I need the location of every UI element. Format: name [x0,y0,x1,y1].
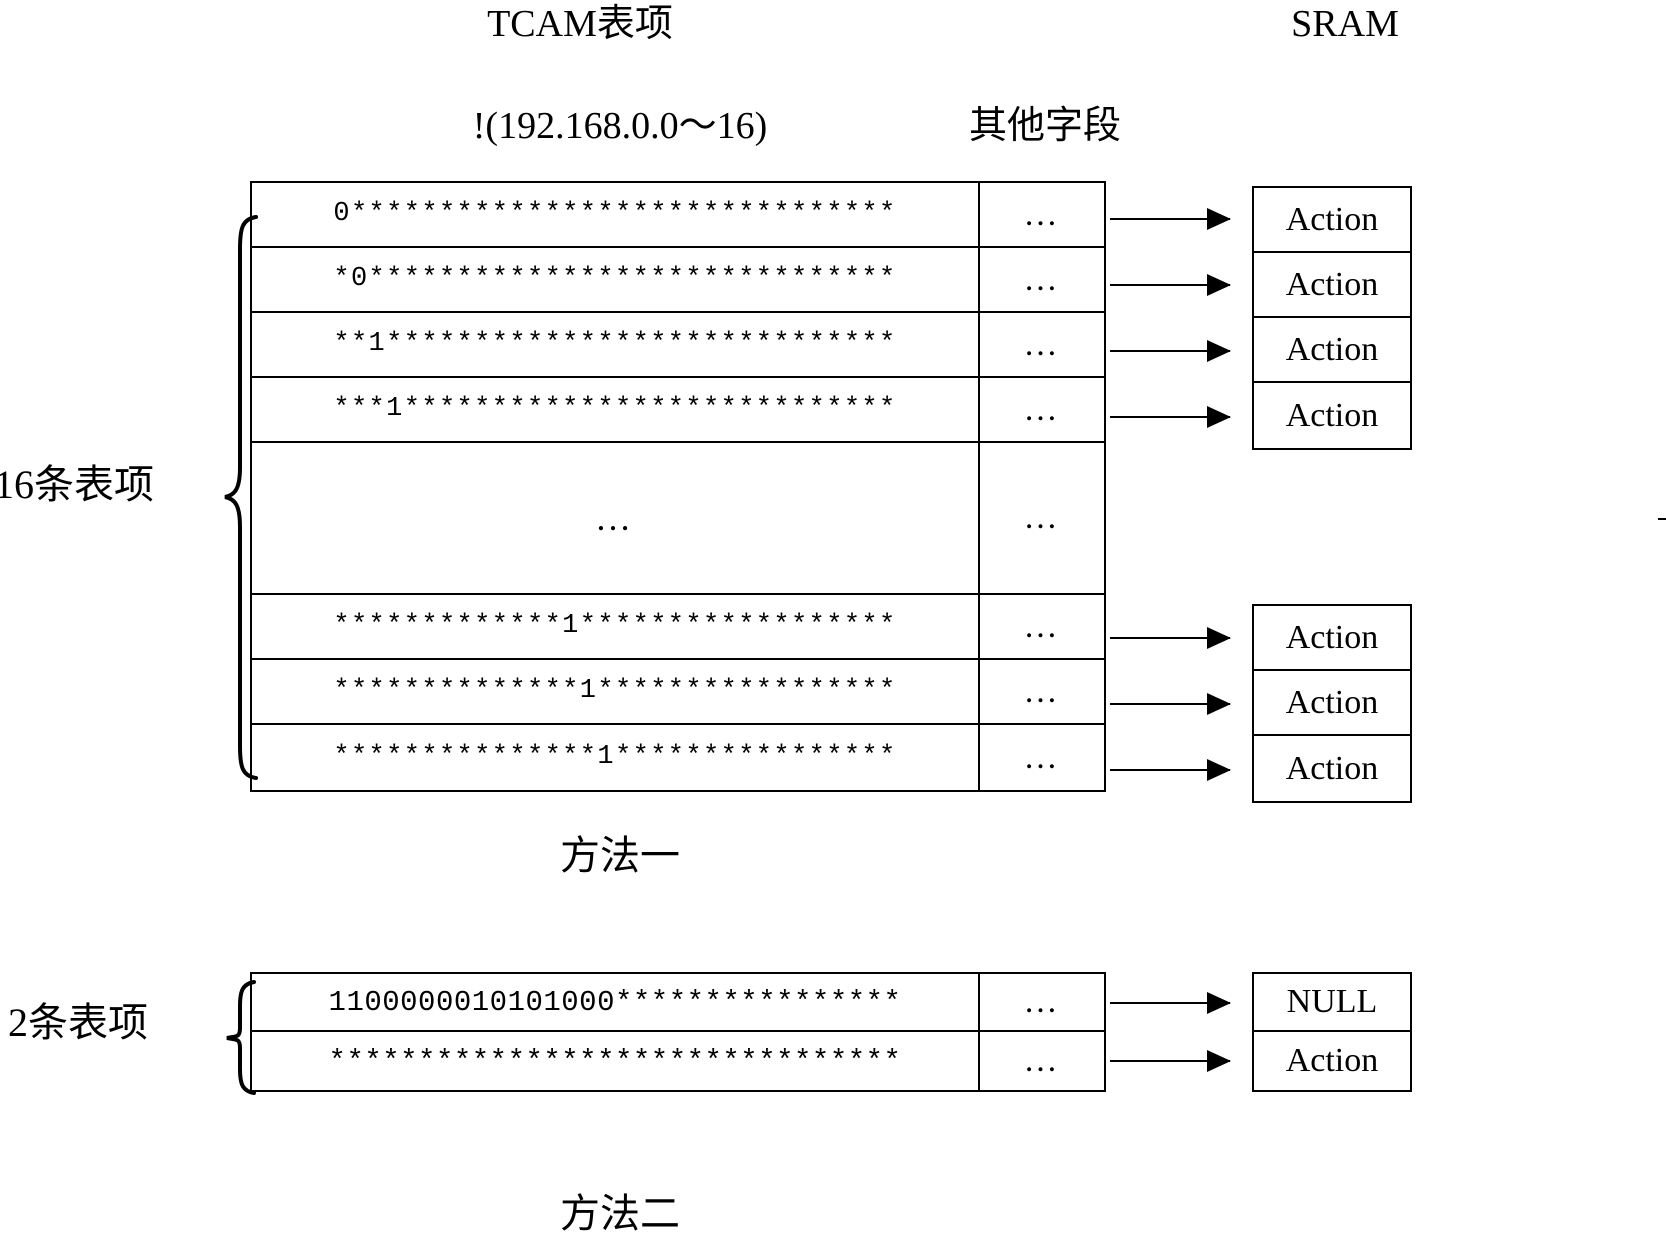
tcam-mask-cell: 0******************************* [252,183,980,246]
tcam-other-cell: … [1023,325,1061,363]
sram-block-upper: Action Action Action Action [1252,186,1412,450]
table-row[interactable]: *0****************************** … [252,248,1104,313]
table-row[interactable]: ***1**************************** … [252,378,1104,443]
sram-action-cell[interactable]: Action [1254,671,1410,736]
tcam-mask-cell: **************1***************** [252,660,980,723]
tcam-other-cell: … [1023,390,1061,428]
table-row[interactable]: 1100000010101000**************** … [252,974,1104,1032]
table-row[interactable]: *************1****************** … [252,595,1104,660]
table-row[interactable]: **************1***************** … [252,660,1104,725]
tcam-table-method-one: 0******************************* … *0***… [250,181,1106,792]
sram-action-cell[interactable]: Action [1254,1032,1410,1090]
tcam-other-cell: … [1023,1042,1061,1079]
tcam-mask-ellipsis: … [252,443,980,593]
sram-block-method-two: NULL Action [1252,972,1412,1092]
tcam-mask-cell: *0****************************** [252,248,980,311]
label-16-entries: 16条表项 [0,462,154,507]
brace-2-entries [224,980,260,1095]
table-row[interactable]: ***************1**************** … [252,725,1104,790]
tcam-mask-cell: ***1**************************** [252,378,980,441]
tcam-other-cell: … [1023,195,1061,233]
brace-16-entries [222,215,262,780]
prefix-field-label: !(192.168.0.0～16) [472,105,768,147]
table-row[interactable]: **1***************************** … [252,313,1104,378]
tcam-mask-cell: ******************************** [252,1032,980,1090]
tcam-other-cell: … [1023,672,1061,710]
sram-action-cell[interactable]: Action [1254,253,1410,318]
arrow-row-1 [1110,208,1231,230]
tcam-mask-cell: 1100000010101000**************** [252,974,980,1030]
caption-method-one: 方法一 [560,833,680,878]
arrow-row-8 [1110,759,1231,781]
table-row[interactable]: ******************************** … [252,1032,1104,1090]
scan-artifact-tick [1658,518,1666,520]
label-2-entries: 2条表项 [8,1000,148,1045]
arrow-row-6 [1110,627,1231,649]
tcam-table-method-two: 1100000010101000**************** … *****… [250,972,1106,1092]
tcam-mask-cell: *************1****************** [252,595,980,658]
arrow-method-two-row-2 [1110,1050,1231,1072]
tcam-other-cell: … [1023,260,1061,298]
sram-action-cell[interactable]: Action [1254,736,1410,801]
tcam-other-cell: … [1023,499,1061,536]
sram-action-cell[interactable]: Action [1254,188,1410,253]
caption-method-two: 方法二 [560,1191,680,1236]
table-row-ellipsis: … … [252,443,1104,595]
arrow-method-two-row-1 [1110,992,1231,1014]
sram-null-cell[interactable]: NULL [1254,974,1410,1032]
sram-action-cell[interactable]: Action [1254,606,1410,671]
tcam-mask-cell: ***************1**************** [252,725,980,790]
other-field-label: 其他字段 [968,105,1121,147]
arrow-row-7 [1110,693,1231,715]
sram-block-lower: Action Action Action [1252,604,1412,803]
sram-action-cell[interactable]: Action [1254,318,1410,383]
tcam-other-cell: … [1023,607,1061,645]
arrow-row-4 [1110,406,1231,428]
table-row[interactable]: 0******************************* … [252,183,1104,248]
tcam-mask-cell: **1***************************** [252,313,980,376]
tcam-title: TCAM表项 [487,3,673,45]
sram-action-cell[interactable]: Action [1254,383,1410,448]
arrow-row-3 [1110,340,1231,362]
tcam-other-cell: … [1023,738,1061,776]
sram-title: SRAM [1291,3,1399,45]
arrow-row-2 [1110,274,1231,296]
tcam-other-cell: … [1023,983,1061,1020]
